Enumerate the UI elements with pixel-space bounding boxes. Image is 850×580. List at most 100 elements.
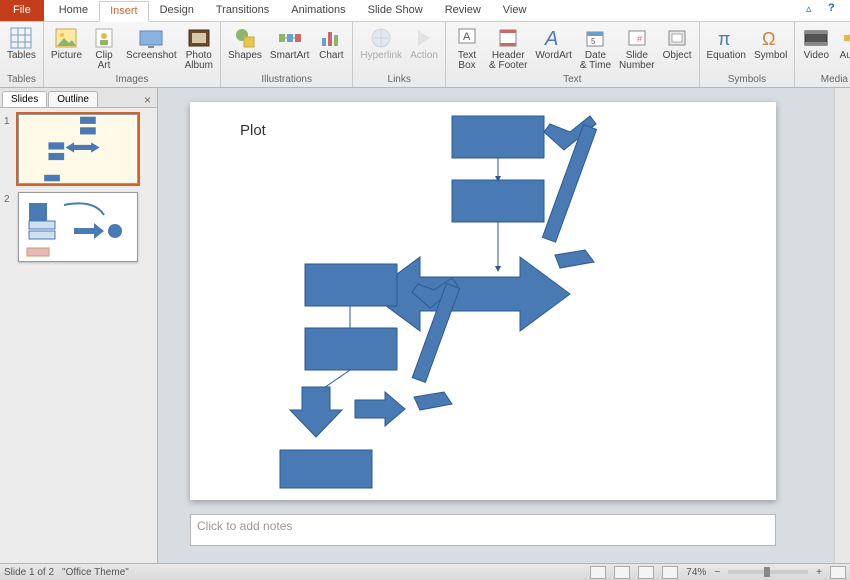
shape-right-arrow[interactable] — [355, 392, 405, 426]
header-footer-button[interactable]: Header & Footer — [486, 24, 530, 73]
zoom-slider[interactable] — [728, 570, 808, 574]
group-symbols: πEquation ΩSymbol Symbols — [700, 22, 796, 87]
status-bar: Slide 1 of 2 "Office Theme" 74% − + — [0, 563, 850, 580]
group-media: Video Audio Media — [795, 22, 850, 87]
status-theme: "Office Theme" — [62, 567, 129, 578]
shapes-icon — [233, 26, 257, 50]
date-time-icon: 5 — [583, 26, 607, 50]
equation-icon: π — [714, 26, 738, 50]
view-normal-button[interactable] — [590, 566, 606, 579]
ribbon: Tables Tables Picture Clip Art Screensho… — [0, 22, 850, 88]
slide-thumbnail-1[interactable] — [18, 114, 138, 184]
shape-down-arrow[interactable] — [290, 387, 342, 437]
slides-tab[interactable]: Slides — [2, 91, 47, 107]
date-time-button[interactable]: 5Date & Time — [577, 24, 614, 73]
workspace: Slides Outline × 1 2 — [0, 88, 850, 563]
hyperlink-button: Hyperlink — [357, 24, 405, 63]
shape-rect[interactable] — [305, 264, 397, 306]
shapes-button[interactable]: Shapes — [225, 24, 265, 63]
tab-insert[interactable]: Insert — [99, 1, 149, 22]
view-slideshow-button[interactable] — [662, 566, 678, 579]
shape-rect[interactable] — [305, 328, 397, 370]
clipart-button[interactable]: Clip Art — [87, 24, 121, 73]
vertical-scrollbar[interactable] — [834, 88, 850, 563]
audio-button[interactable]: Audio — [835, 24, 850, 63]
action-icon — [412, 26, 436, 50]
action-button: Action — [407, 24, 441, 63]
menu-tabs: File Home Insert Design Transitions Anim… — [0, 0, 850, 22]
view-sorter-button[interactable] — [614, 566, 630, 579]
group-links: Hyperlink Action Links — [353, 22, 446, 87]
tab-slideshow[interactable]: Slide Show — [357, 0, 434, 21]
tables-label: Tables — [7, 51, 36, 61]
smartart-icon — [278, 26, 302, 50]
tab-file[interactable]: File — [0, 0, 44, 21]
thumb-number: 2 — [4, 192, 14, 262]
wordart-icon: A — [542, 26, 566, 50]
wordart-button[interactable]: AWordArt — [532, 24, 575, 63]
zoom-in-button[interactable]: + — [816, 567, 822, 578]
group-images: Picture Clip Art Screenshot Photo Album … — [44, 22, 221, 87]
header-footer-icon — [496, 26, 520, 50]
symbol-icon: Ω — [759, 26, 783, 50]
shape-rect[interactable] — [452, 116, 544, 158]
group-tables: Tables Tables — [0, 22, 44, 87]
audio-icon — [840, 26, 850, 50]
svg-text:A: A — [544, 28, 558, 49]
group-illustrations: Shapes SmartArt Chart Illustrations — [221, 22, 353, 87]
screenshot-icon — [139, 26, 163, 50]
shape-elbow-arrow[interactable] — [542, 116, 596, 268]
video-button[interactable]: Video — [799, 24, 833, 63]
notes-pane[interactable]: Click to add notes — [190, 514, 776, 546]
tab-transitions[interactable]: Transitions — [205, 0, 280, 21]
chart-button[interactable]: Chart — [314, 24, 348, 63]
view-reading-button[interactable] — [638, 566, 654, 579]
thumbnails: 1 2 — [0, 108, 157, 563]
tab-animations[interactable]: Animations — [280, 0, 356, 21]
picture-button[interactable]: Picture — [48, 24, 85, 63]
tab-home[interactable]: Home — [48, 0, 99, 21]
picture-icon — [54, 26, 78, 50]
slide-thumbnail-2[interactable] — [18, 192, 138, 262]
video-icon — [804, 26, 828, 50]
symbol-button[interactable]: ΩSymbol — [751, 24, 790, 63]
outline-tab[interactable]: Outline — [48, 91, 98, 107]
slide-shapes — [190, 102, 776, 500]
slide-canvas[interactable]: Plot — [190, 102, 776, 500]
thumb-number: 1 — [4, 114, 14, 184]
chart-icon — [319, 26, 343, 50]
group-text: AText Box Header & Footer AWordArt 5Date… — [446, 22, 699, 87]
shape-rect[interactable] — [452, 180, 544, 222]
textbox-button[interactable]: AText Box — [450, 24, 484, 73]
group-label-tables: Tables — [4, 73, 39, 87]
slide-number-icon: # — [625, 26, 649, 50]
photo-album-button[interactable]: Photo Album — [182, 24, 216, 73]
zoom-out-button[interactable]: − — [714, 567, 720, 578]
equation-button[interactable]: πEquation — [704, 24, 749, 63]
tab-design[interactable]: Design — [149, 0, 205, 21]
photo-album-icon — [187, 26, 211, 50]
screenshot-button[interactable]: Screenshot — [123, 24, 180, 63]
help-icon[interactable]: ? — [828, 2, 842, 16]
object-icon — [665, 26, 689, 50]
canvas-area[interactable]: Plot — [158, 88, 850, 563]
smartart-button[interactable]: SmartArt — [267, 24, 312, 63]
svg-text:A: A — [463, 31, 471, 43]
object-button[interactable]: Object — [660, 24, 695, 63]
shape-rect[interactable] — [280, 450, 372, 488]
tab-view[interactable]: View — [492, 0, 538, 21]
svg-text:π: π — [718, 29, 730, 49]
tab-review[interactable]: Review — [434, 0, 492, 21]
svg-text:#: # — [637, 34, 642, 44]
close-panel-icon[interactable]: × — [138, 93, 157, 107]
fit-to-window-button[interactable] — [830, 566, 846, 579]
tables-button[interactable]: Tables — [4, 24, 39, 63]
slide-number-button[interactable]: #Slide Number — [616, 24, 658, 73]
svg-text:5: 5 — [591, 37, 596, 46]
clipart-icon — [92, 26, 116, 50]
minimize-ribbon-icon[interactable]: ▵ — [806, 2, 820, 16]
shape-double-arrow[interactable] — [370, 257, 570, 331]
status-slide-of: Slide 1 of 2 — [4, 567, 54, 578]
shape-elbow-arrow[interactable] — [412, 278, 460, 410]
textbox-icon: A — [455, 26, 479, 50]
